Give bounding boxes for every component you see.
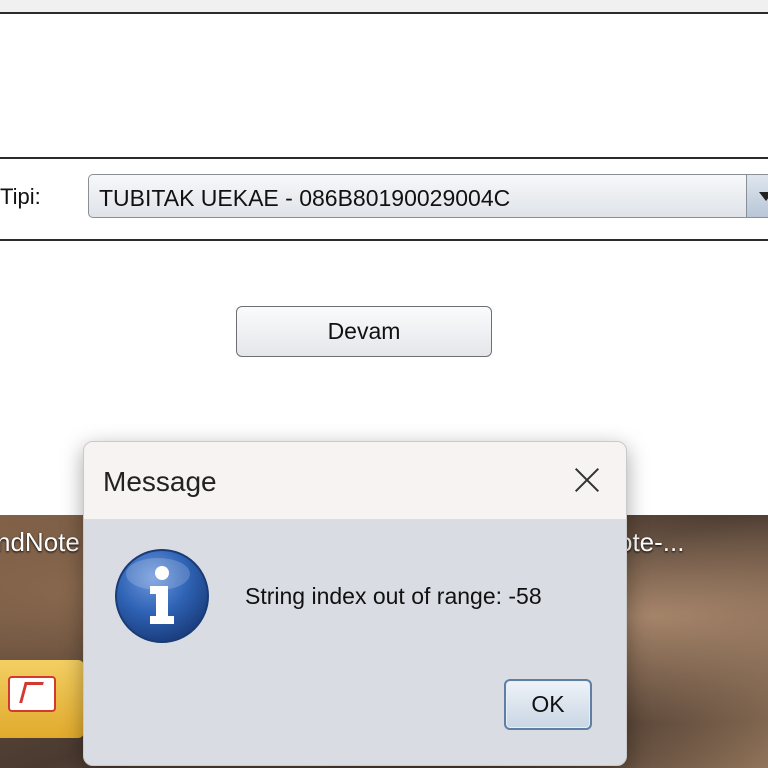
close-icon[interactable] [562,456,612,504]
desktop-icon-label[interactable]: ote-... [618,527,684,558]
continue-button[interactable]: Devam [236,306,492,357]
dialog-titlebar: Message [84,442,626,519]
ok-button[interactable]: OK [504,679,592,730]
pdf-file-icon [8,676,56,712]
dialog-title: Message [103,466,217,497]
desktop-icon-label[interactable]: ndNote [0,527,80,558]
dropdown-selected-value: TUBITAK UEKAE - 086B80190029004C [99,185,511,211]
certificate-type-dropdown[interactable]: TUBITAK UEKAE - 086B80190029004C [88,174,768,218]
info-icon [115,549,209,643]
top-panel-strip [0,0,768,14]
tipi-label: Tipi: [0,184,41,209]
dialog-message: String index out of range: -58 [245,583,542,609]
chevron-down-icon[interactable] [746,175,768,217]
message-dialog: Message String index out of range: -58 O… [83,441,627,766]
